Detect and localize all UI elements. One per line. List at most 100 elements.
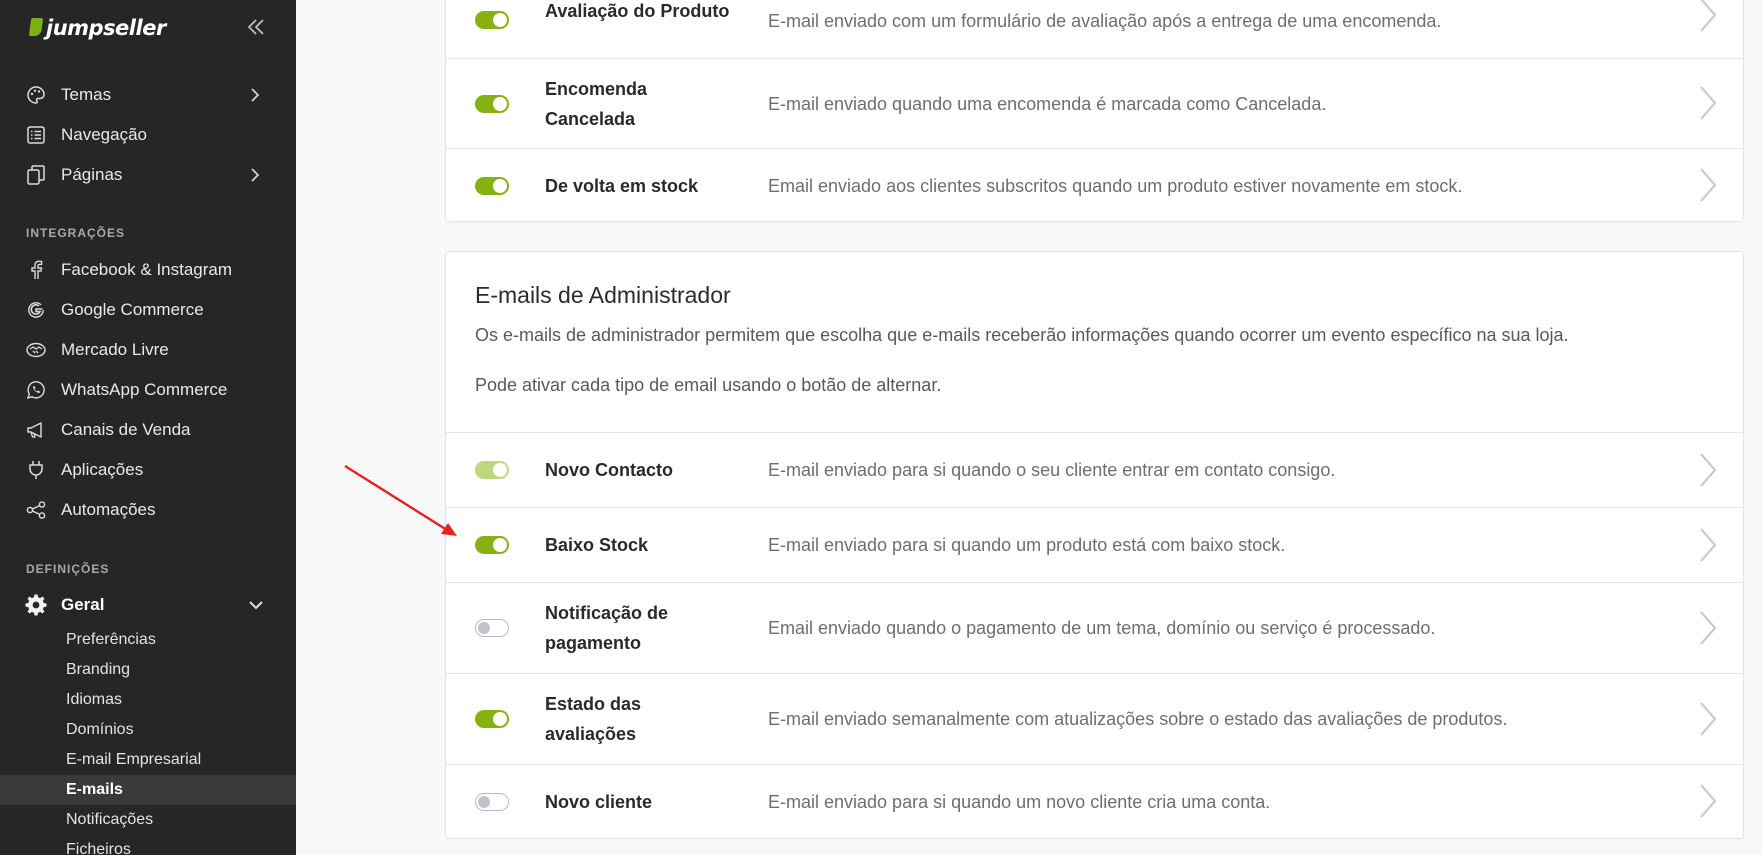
jumpseller-logo[interactable]: jumpseller: [26, 12, 166, 44]
subitem-label: Domínios: [66, 721, 134, 738]
toggle-switch[interactable]: [475, 710, 509, 728]
main-content: Avaliação do Produto E-mail enviado com …: [296, 0, 1763, 855]
palette-icon: [25, 84, 47, 106]
toggle-switch[interactable]: [475, 619, 509, 637]
sidebar: jumpseller Temas Navegação Páginas INTEG…: [0, 0, 296, 855]
integrations-section-title: INTEGRAÇÕES: [26, 226, 126, 240]
sidebar-item-google-commerce[interactable]: Google Commerce: [0, 290, 296, 330]
email-name: Novo cliente: [545, 792, 653, 812]
sidebar-item-geral[interactable]: Geral: [0, 585, 296, 625]
sidebar-item-label: Mercado Livre: [61, 340, 169, 359]
email-description: E-mail enviado para si quando um novo cl…: [768, 792, 1271, 812]
chevron-down-icon: [248, 598, 263, 612]
toggle-switch[interactable]: [475, 536, 509, 554]
sidebar-item-label: Geral: [61, 595, 105, 614]
toggle-switch[interactable]: [475, 11, 509, 29]
subitem-label: E-mails: [66, 781, 123, 798]
sidebar-item-label: Canais de Venda: [61, 420, 191, 439]
section-title: E-mails de Administrador: [475, 282, 731, 308]
sidebar-item-label: Facebook & Instagram: [61, 260, 233, 279]
sidebar-item-automacoes[interactable]: Automações: [0, 490, 296, 530]
chevron-right-icon[interactable]: [1698, 527, 1718, 563]
sidebar-item-aplicacoes[interactable]: Aplicações: [0, 450, 296, 490]
sidebar-subitem-branding[interactable]: Branding: [0, 655, 296, 685]
sidebar-item-label: Temas: [61, 85, 112, 104]
chevron-right-icon: [248, 88, 262, 102]
chevron-right-icon[interactable]: [1698, 452, 1718, 488]
plug-icon: [25, 459, 47, 481]
email-row-baixo-stock[interactable]: Baixo Stock E-mail enviado para si quand…: [446, 507, 1743, 582]
email-name: Avaliação do Produto: [545, 1, 730, 21]
chevron-right-icon[interactable]: [1698, 783, 1718, 819]
email-description: Email enviado quando o pagamento de um t…: [768, 618, 1436, 638]
sidebar-item-navegacao[interactable]: Navegação: [0, 115, 296, 155]
settings-section-title: DEFINIÇÕES: [26, 562, 110, 576]
sidebar-subitem-dominios[interactable]: Domínios: [0, 715, 296, 745]
subitem-label: E-mail Empresarial: [66, 751, 202, 768]
sidebar-subitem-idiomas[interactable]: Idiomas: [0, 685, 296, 715]
sidebar-subitem-email-empresarial[interactable]: E-mail Empresarial: [0, 745, 296, 775]
pages-icon: [25, 164, 47, 186]
chevron-right-icon: [248, 168, 262, 182]
sidebar-item-whatsapp-commerce[interactable]: WhatsApp Commerce: [0, 370, 296, 410]
sidebar-item-paginas[interactable]: Páginas: [0, 155, 296, 195]
toggle-switch[interactable]: [475, 461, 509, 479]
email-name: Novo Contacto: [545, 460, 673, 480]
email-row-estado-avaliacoes[interactable]: Estado das avaliações E-mail enviado sem…: [446, 673, 1743, 764]
chevron-right-icon[interactable]: [1698, 0, 1718, 33]
subitem-label: Branding: [66, 661, 131, 678]
email-row-avaliacao-produto[interactable]: Avaliação do Produto E-mail enviado com …: [446, 0, 1743, 58]
subitem-label: Idiomas: [66, 691, 123, 708]
sidebar-item-label: Automações: [61, 500, 156, 519]
list-icon: [25, 124, 47, 146]
logo-mark-icon: [26, 14, 46, 42]
megaphone-icon: [25, 419, 47, 441]
section-description: Os e-mails de administrador permitem que…: [475, 325, 1569, 345]
sidebar-item-facebook-instagram[interactable]: Facebook & Instagram: [0, 250, 296, 290]
toggle-switch[interactable]: [475, 95, 509, 113]
email-name: Baixo Stock: [545, 535, 649, 555]
email-description: E-mail enviado semanalmente com atualiza…: [768, 709, 1508, 729]
email-description: E-mail enviado para si quando o seu clie…: [768, 460, 1336, 480]
subitem-label: Preferências: [66, 631, 156, 648]
email-description: E-mail enviado quando uma encomenda é ma…: [768, 94, 1327, 114]
sidebar-subitem-notificacoes[interactable]: Notificações: [0, 805, 296, 835]
sidebar-subitem-preferencias[interactable]: Preferências: [0, 625, 296, 655]
email-description: E-mail enviado para si quando um produto…: [768, 535, 1286, 555]
subitem-label: Ficheiros: [66, 841, 131, 855]
chevron-right-icon[interactable]: [1698, 167, 1718, 203]
chevron-right-icon[interactable]: [1698, 610, 1718, 646]
gear-icon: [25, 594, 47, 616]
section-hint: Pode ativar cada tipo de email usando o …: [475, 375, 942, 395]
sidebar-subitem-ficheiros[interactable]: Ficheiros: [0, 835, 296, 855]
chevron-right-icon[interactable]: [1698, 701, 1718, 737]
email-description: E-mail enviado com um formulário de aval…: [768, 11, 1442, 31]
email-name: Notificação de pagamento: [545, 603, 669, 653]
whatsapp-icon: [25, 379, 47, 401]
sidebar-item-label: Google Commerce: [61, 300, 204, 319]
chevron-right-icon[interactable]: [1698, 85, 1718, 121]
sidebar-item-label: Aplicações: [61, 460, 144, 479]
sidebar-item-label: Navegação: [61, 125, 148, 144]
logo-text: jumpseller: [46, 16, 166, 40]
share-nodes-icon: [25, 499, 47, 521]
email-row-encomenda-cancelada[interactable]: Encomenda Cancelada E-mail enviado quand…: [446, 58, 1743, 148]
sidebar-item-label: Páginas: [61, 165, 123, 184]
sidebar-item-label: WhatsApp Commerce: [61, 380, 228, 399]
email-row-de-volta-em-stock[interactable]: De volta em stock Email enviado aos clie…: [446, 148, 1743, 222]
email-row-novo-cliente[interactable]: Novo cliente E-mail enviado para si quan…: [446, 764, 1743, 838]
sidebar-item-canais-de-venda[interactable]: Canais de Venda: [0, 410, 296, 450]
toggle-switch[interactable]: [475, 177, 509, 195]
email-row-notificacao-pagamento[interactable]: Notificação de pagamento Email enviado q…: [446, 582, 1743, 673]
email-description: Email enviado aos clientes subscritos qu…: [768, 176, 1463, 196]
annotation-arrow-icon: [344, 464, 457, 536]
email-name: De volta em stock: [545, 176, 699, 196]
sidebar-item-mercado-livre[interactable]: Mercado Livre: [0, 330, 296, 370]
facebook-icon: [25, 259, 47, 281]
google-icon: [25, 299, 47, 321]
sidebar-subitem-emails[interactable]: E-mails: [0, 775, 296, 805]
sidebar-item-temas[interactable]: Temas: [0, 75, 296, 115]
email-row-novo-contacto[interactable]: Novo Contacto E-mail enviado para si qua…: [446, 432, 1743, 507]
toggle-switch[interactable]: [475, 793, 509, 811]
collapse-sidebar-icon[interactable]: [244, 16, 268, 40]
